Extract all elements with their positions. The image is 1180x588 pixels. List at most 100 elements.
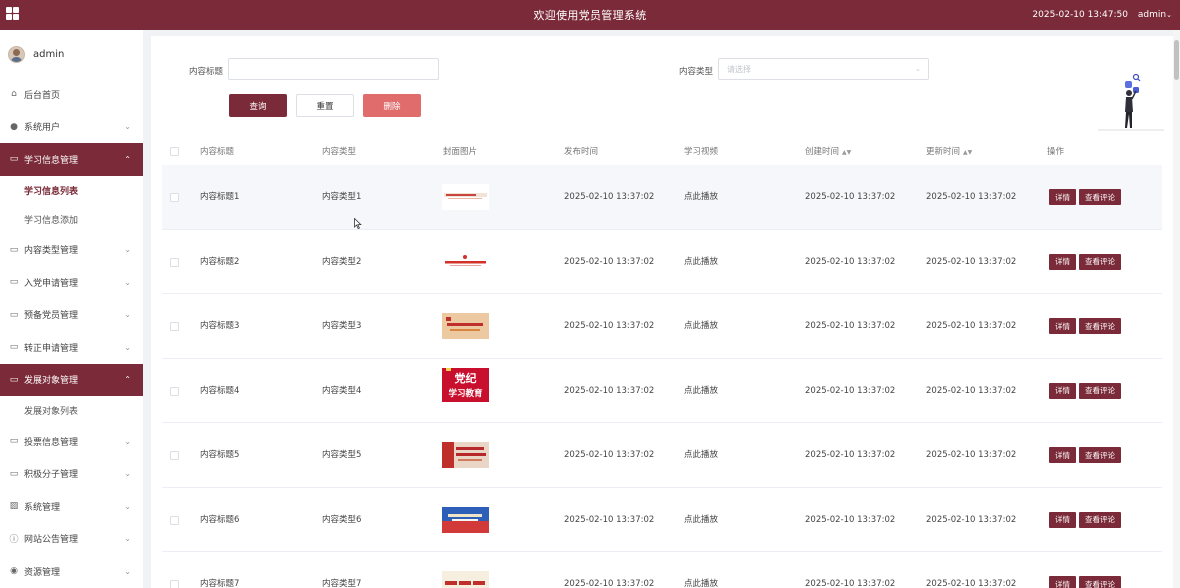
play-video-link[interactable]: 点此播放 bbox=[684, 230, 718, 294]
play-video-link[interactable]: 点此播放 bbox=[684, 552, 718, 588]
folder-icon: ▭ bbox=[9, 154, 19, 165]
scrollbar-thumb[interactable] bbox=[1174, 40, 1179, 80]
folder-icon: ▭ bbox=[9, 309, 19, 320]
sidebar-item-10[interactable]: ▨ 系统管理 ⌄ bbox=[0, 490, 143, 523]
column-header-created[interactable]: 创建时间 ▲▼ bbox=[805, 139, 851, 165]
view-comments-button[interactable]: 查看评论 bbox=[1079, 447, 1121, 463]
sidebar-item-1[interactable]: ● 系统用户 ⌄ bbox=[0, 111, 143, 144]
cell-created: 2025-02-10 13:37:02 bbox=[805, 579, 896, 588]
cell-type: 内容类型3 bbox=[322, 321, 362, 331]
mouse-cursor-icon bbox=[354, 218, 362, 229]
profile-name: admin bbox=[33, 48, 65, 60]
title-search-label: 内容标题 bbox=[189, 67, 224, 77]
user-dropdown[interactable]: admin⌄ bbox=[1138, 10, 1172, 20]
type-select[interactable]: 请选择 ⌄ bbox=[718, 58, 929, 80]
row-checkbox[interactable] bbox=[170, 451, 179, 460]
column-header-type: 内容类型 bbox=[322, 147, 357, 157]
folder-icon: ▭ bbox=[9, 244, 19, 255]
cell-type: 内容类型2 bbox=[322, 256, 362, 267]
row-checkbox[interactable] bbox=[170, 515, 179, 525]
cell-title: 内容标题5 bbox=[200, 450, 240, 460]
chevron-down-icon: ⌄ bbox=[915, 65, 921, 73]
view-comments-button[interactable]: 查看评论 bbox=[1079, 318, 1121, 334]
chevron-down-icon: ⌄ bbox=[124, 342, 131, 352]
detail-button[interactable]: 详情 bbox=[1049, 447, 1076, 463]
info-icon: ⓘ bbox=[9, 535, 19, 546]
view-comments-button[interactable]: 查看评论 bbox=[1079, 253, 1121, 270]
cover-text-2: 学习教育 bbox=[448, 388, 483, 399]
sidebar-item-9[interactable]: ▭ 积极分子管理 ⌄ bbox=[0, 458, 143, 491]
sidebar-subitem[interactable]: 学习信息列表 bbox=[0, 176, 143, 205]
row-checkbox[interactable] bbox=[170, 193, 179, 202]
query-button[interactable]: 查询 bbox=[229, 94, 287, 117]
cell-created: 2025-02-10 13:37:02 bbox=[805, 514, 896, 525]
column-header-video: 学习视频 bbox=[684, 147, 719, 157]
sidebar-item-2[interactable]: ▭ 学习信息管理 ⌃ bbox=[0, 143, 143, 176]
sidebar-item-6[interactable]: ▭ 转正申请管理 ⌄ bbox=[0, 331, 143, 364]
select-all-checkbox[interactable] bbox=[170, 147, 179, 156]
current-datetime: 2025-02-10 13:47:50 bbox=[1032, 10, 1128, 20]
sidebar-item-label: 资源管理 bbox=[24, 567, 61, 578]
detail-button[interactable]: 详情 bbox=[1049, 253, 1076, 270]
sidebar-item-5[interactable]: ▭ 预备党员管理 ⌄ bbox=[0, 299, 143, 332]
delete-button[interactable]: 删除 bbox=[363, 94, 421, 117]
sidebar-item-label: 网站公告管理 bbox=[24, 535, 79, 546]
detail-button[interactable]: 详情 bbox=[1049, 576, 1076, 588]
cell-publish: 2025-02-10 13:37:02 bbox=[564, 256, 655, 267]
sidebar-item-0[interactable]: ⌂ 后台首页 bbox=[0, 78, 143, 111]
play-video-link[interactable]: 点此播放 bbox=[684, 488, 718, 552]
view-comments-button[interactable]: 查看评论 bbox=[1079, 511, 1121, 528]
column-header-updated-label: 更新时间 bbox=[926, 147, 961, 157]
row-checkbox[interactable] bbox=[170, 322, 179, 331]
cell-publish: 2025-02-10 13:37:02 bbox=[564, 385, 655, 396]
sidebar-item-4[interactable]: ▭ 入党申请管理 ⌄ bbox=[0, 266, 143, 299]
detail-button[interactable]: 详情 bbox=[1049, 382, 1076, 399]
play-video-link[interactable]: 点此播放 bbox=[684, 423, 718, 487]
view-comments-button[interactable]: 查看评论 bbox=[1079, 576, 1121, 588]
title-search-input[interactable] bbox=[228, 58, 439, 80]
table-header: 内容标题 内容类型 封面图片 发布时间 学习视频 创建时间 ▲▼ 更新时间 ▲▼ 操… bbox=[162, 139, 1162, 165]
row-checkbox[interactable] bbox=[170, 580, 179, 588]
cover-image bbox=[442, 248, 489, 275]
sort-icon[interactable]: ▲▼ bbox=[963, 149, 972, 156]
cell-type: 内容类型7 bbox=[322, 579, 362, 588]
cover-image bbox=[442, 442, 489, 468]
sidebar-menu: ⌂ 后台首页 ● 系统用户 ⌄ ▭ 学习信息管理 ⌃ 学习信息列表 学习信息添加 ▭ 内容类型管理 ⌄ ▭… bbox=[0, 78, 143, 588]
person-illustration bbox=[1098, 73, 1164, 131]
detail-button[interactable]: 详情 bbox=[1049, 318, 1076, 334]
row-checkbox[interactable] bbox=[170, 257, 179, 267]
user-dropdown-label: admin bbox=[1137, 10, 1167, 20]
sidebar: admin ⌂ 后台首页 ● 系统用户 ⌄ ▭ 学习信息管理 ⌃ 学习信息列表 学习信息添加 ▭ 内容… bbox=[0, 30, 143, 588]
reset-button[interactable]: 重置 bbox=[296, 94, 354, 117]
sidebar-item-11[interactable]: ⓘ 网站公告管理 ⌄ bbox=[0, 523, 143, 556]
sidebar-item-8[interactable]: ▭ 投票信息管理 ⌄ bbox=[0, 425, 143, 458]
cover-image bbox=[442, 506, 489, 533]
column-header-title: 内容标题 bbox=[200, 147, 235, 157]
page-scrollbar[interactable] bbox=[1173, 30, 1180, 588]
detail-button[interactable]: 详情 bbox=[1049, 189, 1076, 205]
table-body: 内容标题1 内容类型1 2025-02-10 13:37:02 点此播放 2025-02… bbox=[162, 165, 1162, 588]
row-actions: 详情 查看评论 bbox=[1049, 576, 1121, 588]
sidebar-item-7[interactable]: ▭ 发展对象管理 ⌃ bbox=[0, 363, 143, 396]
sidebar-subitem[interactable]: 发展对象列表 bbox=[0, 396, 143, 425]
folder-icon: ▭ bbox=[9, 374, 19, 385]
type-search-label: 内容类型 bbox=[679, 67, 714, 77]
row-actions: 详情 查看评论 bbox=[1049, 318, 1121, 334]
cell-title: 内容标题6 bbox=[200, 514, 240, 525]
cell-created: 2025-02-10 13:37:02 bbox=[805, 450, 896, 460]
play-video-link[interactable]: 点此播放 bbox=[684, 294, 718, 358]
view-comments-button[interactable]: 查看评论 bbox=[1079, 189, 1121, 205]
play-video-link[interactable]: 点此播放 bbox=[684, 165, 718, 229]
sort-icon[interactable]: ▲▼ bbox=[842, 149, 851, 156]
detail-button[interactable]: 详情 bbox=[1049, 511, 1076, 528]
column-header-updated[interactable]: 更新时间 ▲▼ bbox=[926, 139, 972, 165]
play-video-link[interactable]: 点此播放 bbox=[684, 359, 718, 423]
sidebar-subitem[interactable]: 学习信息添加 bbox=[0, 205, 143, 234]
cover-image bbox=[442, 571, 489, 588]
cell-created: 2025-02-10 13:37:02 bbox=[805, 192, 896, 202]
table-row: 内容标题1 内容类型1 2025-02-10 13:37:02 点此播放 2025-02… bbox=[162, 165, 1162, 230]
sidebar-item-12[interactable]: ◉ 资源管理 ⌄ bbox=[0, 555, 143, 588]
row-checkbox[interactable] bbox=[170, 386, 179, 396]
sidebar-item-3[interactable]: ▭ 内容类型管理 ⌄ bbox=[0, 234, 143, 267]
view-comments-button[interactable]: 查看评论 bbox=[1079, 382, 1121, 399]
